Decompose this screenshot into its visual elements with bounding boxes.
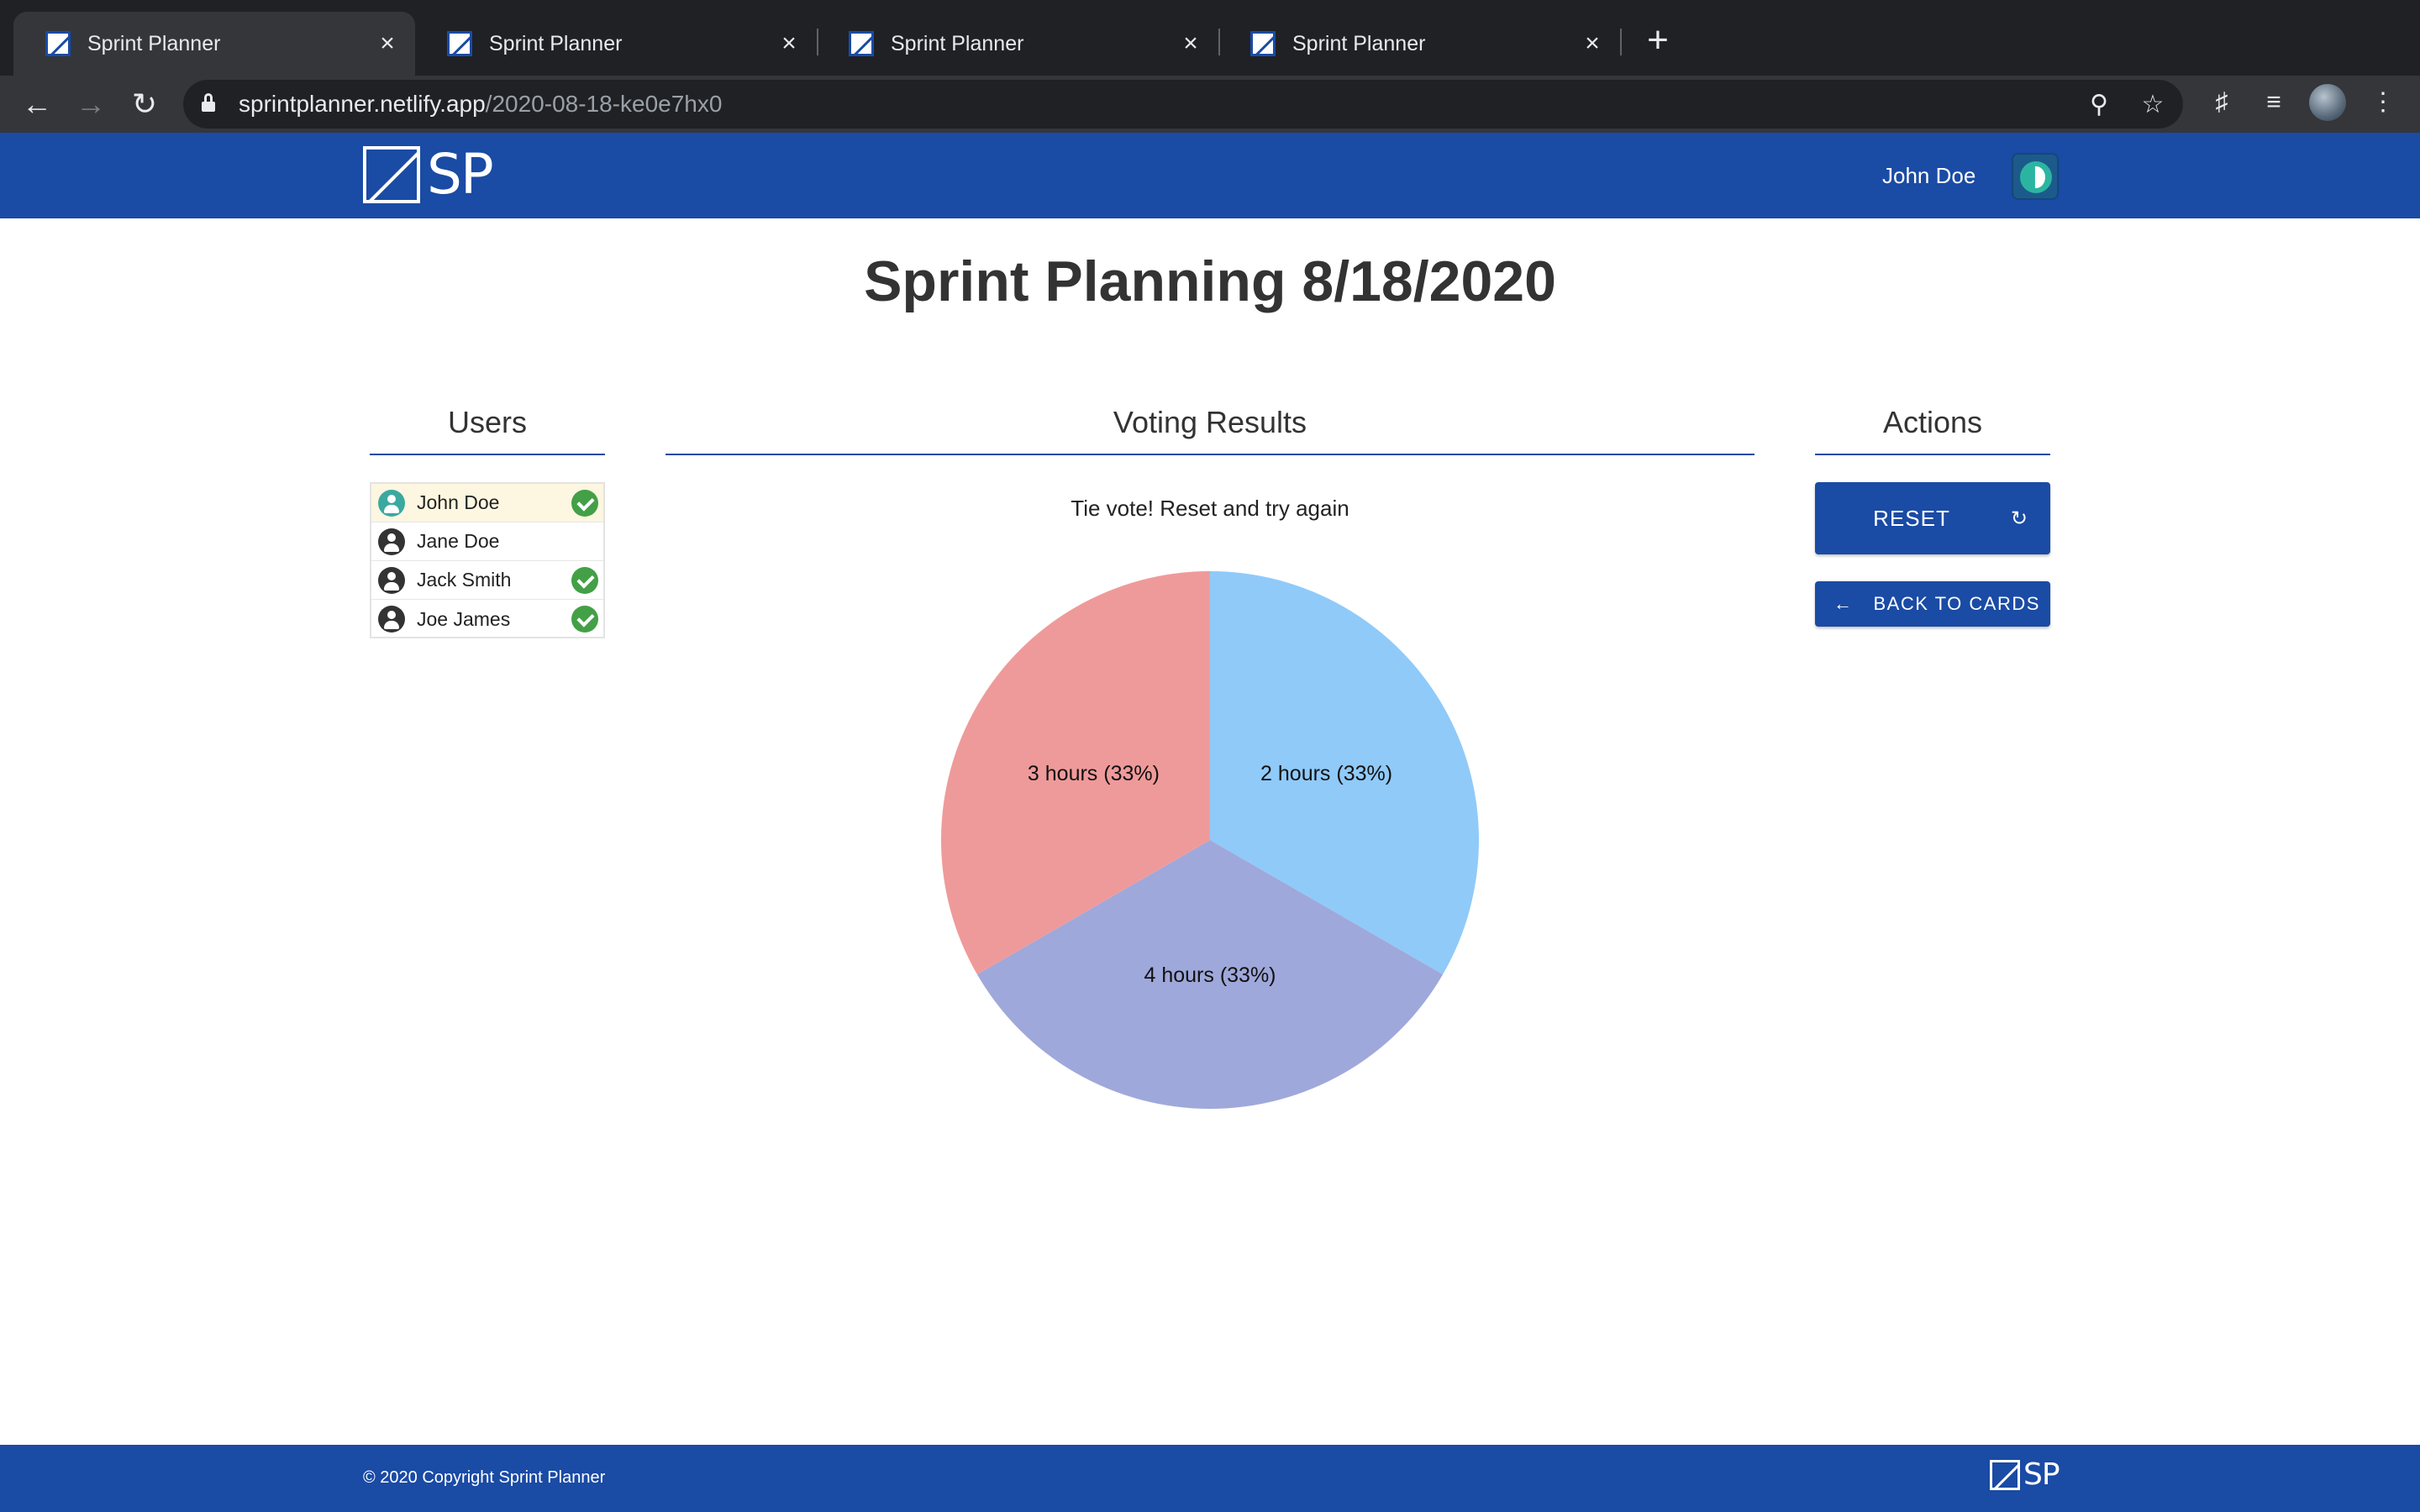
footer-logo: SP [1990,1460,2060,1490]
list-item: Jane Doe [371,522,603,561]
check-circle-icon [571,566,598,594]
logo-text: SP [427,142,494,207]
voting-results-pie-chart: 2 hours (33%) 4 hours (33%) 3 hours (33%) [941,571,1479,1109]
forward-arrow-icon[interactable]: → [69,82,113,126]
browser-tab[interactable]: Sprint Planner × [13,12,415,76]
app-footer: © 2020 Copyright Sprint Planner SP [0,1445,2420,1512]
address-bar[interactable]: sprintplanner.netlify.app/2020-08-18-ke0… [183,80,2183,129]
account-circle-icon [378,566,405,594]
app-favicon-icon [447,31,472,56]
app-header: SP John Doe [0,133,2420,218]
reset-button[interactable]: RESET ↻ [1815,482,2050,554]
app-favicon-icon [849,31,874,56]
theme-toggle-button[interactable] [2012,153,2059,200]
pie-slice-label: 2 hours (33%) [1260,762,1392,785]
arrow-left-icon: ← [1833,593,1854,614]
refresh-icon: ↻ [2010,507,2028,530]
account-circle-icon [378,528,405,555]
browser-tab[interactable]: Sprint Planner × [415,12,817,76]
back-to-cards-label: BACK TO CARDS [1873,593,2040,614]
check-circle-icon [571,489,598,517]
tab-title: Sprint Planner [489,31,623,55]
close-tab-icon[interactable]: × [375,31,400,56]
lock-icon [202,93,215,112]
user-name: Jack Smith [417,569,512,591]
tab-title: Sprint Planner [891,31,1024,55]
user-name: John Doe [417,491,500,513]
bookmark-star-icon[interactable]: ☆ [2136,88,2170,122]
browser-toolbar: ← → ↻ sprintplanner.netlify.app/2020-08-… [0,76,2420,133]
users-list: John Doe Jane Doe Jack Smith Joe James [370,482,605,638]
close-tab-icon[interactable]: × [1580,31,1605,56]
zoom-icon[interactable]: ⚲ [2082,88,2116,122]
browser-tab[interactable]: Sprint Planner × [817,12,1218,76]
extensions-puzzle-icon[interactable]: ♯ [2203,84,2240,121]
browser-tab[interactable]: Sprint Planner × [1218,12,1620,76]
current-user-name: John Doe [1882,163,1976,188]
back-arrow-icon[interactable]: ← [15,82,59,126]
new-tab-plus-icon[interactable]: + [1640,22,1676,59]
browser-tab-bar: Sprint Planner × Sprint Planner × Sprint… [0,0,2420,76]
app-favicon-icon [1250,31,1276,56]
moon-icon [2020,161,2052,193]
account-circle-icon [378,606,405,633]
copyright-text: © 2020 Copyright Sprint Planner [363,1468,606,1487]
more-vert-icon[interactable]: ⋮ [2365,84,2402,121]
actions-divider [1815,454,2050,455]
user-name: Jane Doe [417,530,500,552]
page-title: Sprint Planning 8/18/2020 [864,249,1556,313]
users-heading: Users [447,405,527,439]
pie-slice-label: 3 hours (33%) [1028,762,1160,785]
profile-avatar[interactable] [2309,84,2346,121]
tab-title: Sprint Planner [1292,31,1426,55]
app-logo[interactable]: SP [363,142,494,207]
app-favicon-icon [45,31,71,56]
media-queue-icon[interactable]: ≡ [2255,84,2292,121]
list-item: Jack Smith [371,561,603,600]
voting-results-heading: Voting Results [1113,405,1307,439]
results-divider [666,454,1754,455]
url-text: sprintplanner.netlify.app/2020-08-18-ke0… [239,91,723,117]
tab-separator [1620,29,1622,55]
logo-mark-icon [363,146,420,203]
reload-icon[interactable]: ↻ [123,82,166,126]
list-item: John Doe [371,484,603,522]
vote-result-message: Tie vote! Reset and try again [1071,496,1349,521]
account-circle-icon [378,489,405,517]
tab-title: Sprint Planner [87,31,221,55]
actions-heading: Actions [1882,405,1983,439]
close-tab-icon[interactable]: × [776,31,802,56]
check-circle-icon [571,606,598,633]
close-tab-icon[interactable]: × [1178,31,1203,56]
back-to-cards-button[interactable]: ← BACK TO CARDS [1815,581,2050,627]
list-item: Joe James [371,600,603,638]
reset-button-label: RESET [1873,505,1950,531]
logo-mark-icon [1990,1460,2020,1490]
user-name: Joe James [417,607,511,630]
pie-slice-label: 4 hours (33%) [1144,963,1276,987]
users-divider [370,454,605,455]
footer-logo-text: SP [2023,1457,2060,1492]
